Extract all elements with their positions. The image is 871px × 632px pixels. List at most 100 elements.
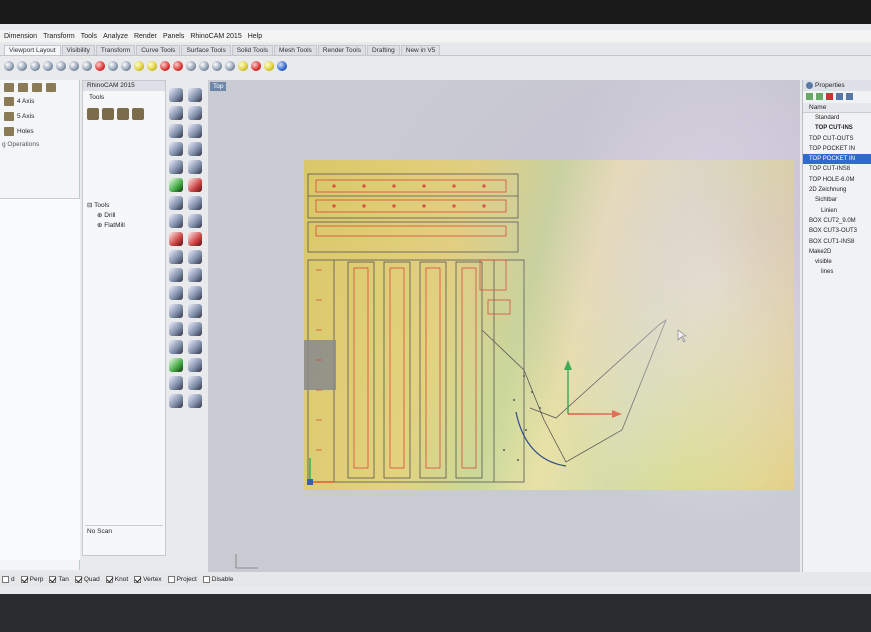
- mesh-icon[interactable]: [169, 214, 183, 228]
- tab-solid-tools[interactable]: Solid Tools: [231, 45, 274, 55]
- point-icon[interactable]: [188, 88, 202, 102]
- menu-item-dimension[interactable]: Dimension: [4, 33, 37, 40]
- move-up-icon[interactable]: [836, 93, 843, 100]
- top-viewport[interactable]: Top: [208, 80, 800, 580]
- layer-column-header[interactable]: Name: [803, 103, 871, 113]
- checkbox[interactable]: [105, 575, 113, 583]
- solid-icon[interactable]: [188, 196, 202, 210]
- properties-icon[interactable]: [173, 61, 183, 71]
- tab-surface-tools[interactable]: Surface Tools: [181, 45, 231, 55]
- tab-curve-tools[interactable]: Curve Tools: [136, 45, 181, 55]
- checkbox[interactable]: [167, 575, 175, 583]
- zoom-window-icon[interactable]: [43, 61, 53, 71]
- options-icon[interactable]: [264, 61, 274, 71]
- check-icon[interactable]: [188, 358, 202, 372]
- layer-row[interactable]: Make2D: [809, 247, 871, 257]
- checkbox[interactable]: [2, 575, 9, 583]
- add-tool-icon[interactable]: [87, 108, 99, 120]
- zoom-icon[interactable]: [30, 61, 40, 71]
- properties-title[interactable]: Properties: [803, 80, 871, 91]
- layer-row[interactable]: TOP POCKET IN: [803, 154, 871, 165]
- checkbox[interactable]: [20, 575, 28, 583]
- osnap-vertex[interactable]: Vertex: [134, 575, 162, 583]
- layer-row[interactable]: TOP HOLE-6.0M: [809, 175, 871, 185]
- operations-list[interactable]: [0, 198, 80, 560]
- osnap-d[interactable]: d: [2, 575, 15, 583]
- ellipse-icon[interactable]: [169, 142, 183, 156]
- move-down-icon[interactable]: [846, 93, 853, 100]
- free-curve-icon[interactable]: [188, 160, 202, 174]
- layer-row[interactable]: BOX CUT1-INS8: [809, 237, 871, 247]
- scale-icon[interactable]: [188, 304, 202, 318]
- help-icon[interactable]: [277, 61, 287, 71]
- hide-icon[interactable]: [169, 394, 183, 408]
- explode-icon[interactable]: [169, 268, 183, 282]
- boolean-icon[interactable]: [188, 214, 202, 228]
- named-view-icon[interactable]: [121, 61, 131, 71]
- light-icon[interactable]: [147, 61, 157, 71]
- checkbox[interactable]: [134, 575, 142, 583]
- lock-icon[interactable]: [188, 376, 202, 390]
- trim-icon[interactable]: [188, 232, 202, 246]
- layer-row[interactable]: BOX CUT2_9.0M: [809, 216, 871, 226]
- wireframe-sphere-icon[interactable]: [186, 61, 196, 71]
- mirror-icon[interactable]: [169, 322, 183, 336]
- viewport-title[interactable]: Top: [210, 82, 227, 91]
- layer-row[interactable]: TOP POCKET IN: [809, 144, 871, 154]
- tree-item-tools[interactable]: ⊟ Tools: [87, 201, 125, 211]
- rendered-sphere-icon[interactable]: [212, 61, 222, 71]
- select-arrow-icon[interactable]: [169, 88, 183, 102]
- copy-tool-icon[interactable]: [117, 108, 129, 120]
- box-icon[interactable]: [169, 196, 183, 210]
- osnap-knot[interactable]: Knot: [105, 575, 128, 583]
- operation-row-5axis[interactable]: 5 Axis: [0, 109, 79, 124]
- menu-item-transform[interactable]: Transform: [43, 33, 75, 40]
- polyline-icon[interactable]: [169, 106, 183, 120]
- delete-layer-icon[interactable]: [826, 93, 833, 100]
- group-icon[interactable]: [188, 268, 202, 282]
- tab-mesh-tools[interactable]: Mesh Tools: [274, 45, 317, 55]
- tab-drafting[interactable]: Drafting: [366, 45, 400, 55]
- tab-tools[interactable]: Tools: [83, 91, 165, 104]
- layer-row[interactable]: Linien: [809, 206, 871, 216]
- select-icon[interactable]: [134, 61, 144, 71]
- dimension-icon[interactable]: [169, 340, 183, 354]
- pan-icon[interactable]: [4, 61, 14, 71]
- checkbox[interactable]: [49, 575, 57, 583]
- layer-row[interactable]: TOP CUT-OUTS: [809, 134, 871, 144]
- osnap-tan[interactable]: Tan: [49, 575, 69, 583]
- layer-icon[interactable]: [160, 61, 170, 71]
- surface-icon[interactable]: [169, 178, 183, 192]
- delete-tool-icon[interactable]: [132, 108, 144, 120]
- text-icon[interactable]: [188, 340, 202, 354]
- extrude-icon[interactable]: [188, 178, 202, 192]
- menu-item-tools[interactable]: Tools: [81, 33, 97, 40]
- layer-row[interactable]: 2D Zeichnung: [809, 185, 871, 195]
- render-icon[interactable]: [251, 61, 261, 71]
- array-icon[interactable]: [188, 322, 202, 336]
- tab-transform[interactable]: Transform: [95, 45, 136, 55]
- menu-item-rhinocam-2015[interactable]: RhinoCAM 2015: [190, 33, 241, 40]
- tree-item-flatmill[interactable]: ⊕ FlatMill: [87, 221, 125, 231]
- operation-row-4axis[interactable]: 4 Axis: [0, 94, 79, 109]
- layer-row[interactable]: TOP CUT-INS: [809, 123, 871, 133]
- construction-plane-icon[interactable]: [95, 61, 105, 71]
- shaded-sphere-icon[interactable]: [199, 61, 209, 71]
- rectangle-icon[interactable]: [188, 142, 202, 156]
- tab-render-tools[interactable]: Render Tools: [317, 45, 366, 55]
- named-cplane-icon[interactable]: [108, 61, 118, 71]
- checkbox[interactable]: [74, 575, 82, 583]
- zoom-extents-icon[interactable]: [56, 61, 66, 71]
- layer-row[interactable]: visible: [809, 257, 871, 267]
- osnap-project[interactable]: Project: [167, 575, 197, 583]
- zoom-selected-icon[interactable]: [69, 61, 79, 71]
- split-icon[interactable]: [169, 250, 183, 264]
- arc-icon[interactable]: [188, 124, 202, 138]
- ghosted-sphere-icon[interactable]: [225, 61, 235, 71]
- osnap-perp[interactable]: Perp: [20, 575, 43, 583]
- cut-icon[interactable]: [46, 83, 56, 92]
- tab-visibility[interactable]: Visibility: [61, 45, 95, 55]
- layer-row[interactable]: lines: [809, 267, 871, 277]
- join-icon[interactable]: [188, 250, 202, 264]
- layer-row[interactable]: Sichtbar: [809, 195, 871, 205]
